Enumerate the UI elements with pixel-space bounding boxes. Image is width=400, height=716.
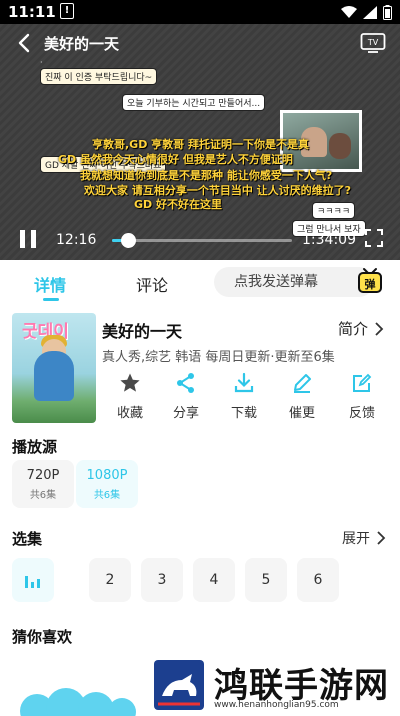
show-title: 美好的一天 — [102, 322, 183, 341]
pen-icon — [294, 374, 311, 393]
share-button[interactable]: 分享 — [166, 372, 206, 421]
progress-knob[interactable] — [121, 233, 137, 248]
status-icons — [341, 5, 392, 20]
current-time: 12:16 — [56, 232, 97, 248]
chevron-right-icon[interactable] — [376, 531, 386, 545]
video-player[interactable]: 美好的一天 TV · 진짜 이 인증 부탁드립니다~ 오늘 기부하는 시간되고 … — [0, 24, 400, 260]
source-count: 共6集 — [93, 490, 121, 501]
share-icon — [177, 373, 194, 393]
intro-link[interactable]: 简介 — [338, 318, 368, 339]
sources-title: 播放源 — [12, 438, 58, 456]
now-playing-icon — [25, 574, 43, 588]
source-quality: 720P — [26, 468, 60, 483]
cast-tv-icon[interactable]: TV — [360, 31, 386, 53]
chat-bubble: ㅋㅋㅋㅋ — [312, 202, 356, 219]
player-title: 美好的一天 — [44, 35, 120, 53]
danmu-comment: 亨敦哥,GD 亨敦哥 拜托证明一下你是不是真 — [92, 138, 309, 151]
episode-button[interactable]: 6 — [297, 558, 339, 602]
player-controls: 12:16 1:34:09 — [0, 224, 400, 260]
favorite-button[interactable]: 收藏 — [110, 372, 150, 421]
show-poster[interactable]: 굿데이 — [12, 313, 96, 423]
chevron-right-icon[interactable] — [374, 322, 384, 336]
download-button[interactable]: 下载 — [224, 372, 264, 421]
svg-text:TV: TV — [367, 38, 379, 47]
back-icon[interactable] — [14, 32, 36, 54]
battery-icon — [383, 5, 392, 20]
episode-button[interactable]: 4 — [193, 558, 235, 602]
source-720p[interactable]: 720P 共6集 — [12, 460, 74, 508]
feedback-label: 反馈 — [348, 406, 375, 421]
status-time: 11:11 — [8, 3, 56, 21]
bull-logo-icon — [154, 660, 204, 710]
recommend-title: 猜你喜欢 — [12, 628, 73, 646]
chat-name: · — [40, 58, 43, 67]
watermark: 鸿联手游网 www.henanhonglian95.com — [150, 654, 400, 716]
watermark-url: www.henanhonglian95.com — [214, 700, 339, 710]
status-bar: 11:11 ! — [0, 0, 400, 24]
tab-comments[interactable]: 评论 — [136, 272, 168, 296]
favorite-label: 收藏 — [116, 406, 143, 421]
wifi-icon — [341, 6, 357, 18]
source-1080p[interactable]: 1080P 共6集 — [76, 460, 138, 508]
show-meta: 真人秀,综艺 韩语 每周日更新·更新至6集 — [102, 350, 335, 365]
episodes-title: 选集 — [12, 530, 43, 548]
chat-bubble: 진짜 이 인증 부탁드립니다~ — [40, 68, 158, 85]
star-icon — [120, 373, 140, 392]
tab-details[interactable]: 详情 — [34, 272, 66, 296]
urge-update-button[interactable]: 催更 — [282, 372, 322, 421]
share-label: 分享 — [172, 406, 199, 421]
expand-link[interactable]: 展开 — [342, 528, 370, 548]
episode-button[interactable]: 2 — [89, 558, 131, 602]
warning-icon: ! — [60, 3, 74, 19]
episode-button[interactable]: 5 — [245, 558, 287, 602]
chat-bubble: 오늘 기부하는 시간되고 만들어서... — [122, 94, 266, 111]
download-icon — [234, 372, 254, 393]
action-row: 收藏 分享 下载 催更 反馈 — [102, 372, 392, 424]
danmu-comment: 我就想知道你到底是不是那种 能让你感受一下人气? — [80, 169, 333, 182]
danmu-toggle-icon[interactable]: 弹 — [357, 267, 383, 295]
recommend-thumbnail[interactable] — [20, 686, 140, 716]
fullscreen-icon[interactable] — [364, 228, 384, 248]
tab-underline — [43, 298, 59, 301]
episode-1-button[interactable] — [12, 558, 54, 602]
pause-icon[interactable] — [20, 230, 38, 250]
source-count: 共6集 — [29, 490, 57, 501]
urge-update-label: 催更 — [288, 406, 315, 421]
danmu-comment: GD 虽然我今天心情很好 但我是艺人不方便证明 — [58, 153, 293, 166]
feedback-button[interactable]: 反馈 — [342, 372, 382, 421]
progress-bar[interactable] — [112, 233, 292, 248]
danmu-input[interactable]: 点我发送弹幕 — [214, 267, 374, 297]
source-quality: 1080P — [86, 468, 128, 483]
feedback-icon — [353, 373, 372, 392]
duration: 1:34:09 — [302, 232, 356, 248]
danmu-comment: GD 好不好在这里 — [134, 198, 222, 211]
download-label: 下载 — [230, 406, 257, 421]
danmu-toggle-label: 弹 — [365, 277, 376, 291]
signal-icon — [363, 6, 377, 19]
episode-button[interactable]: 3 — [141, 558, 183, 602]
